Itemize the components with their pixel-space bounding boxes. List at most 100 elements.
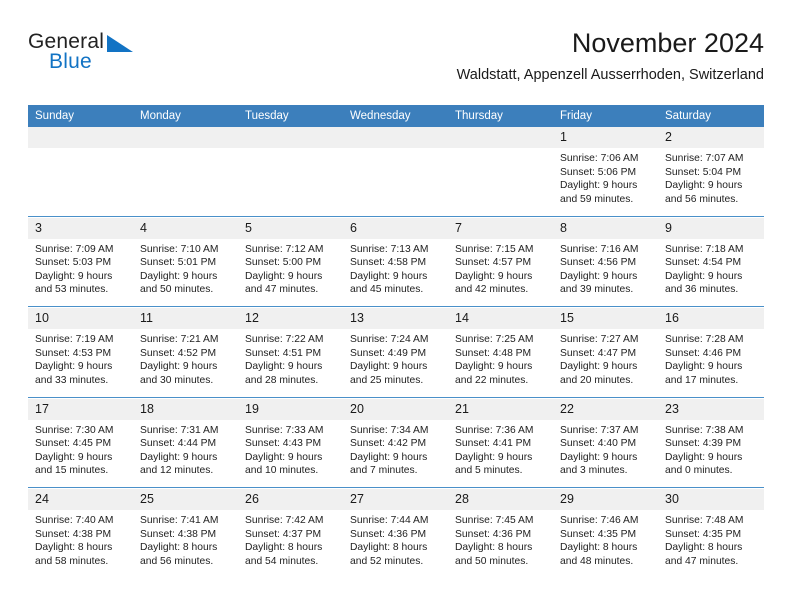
- day-cell[interactable]: Sunrise: 7:06 AM Sunset: 5:06 PM Dayligh…: [553, 148, 658, 216]
- day-cell[interactable]: Sunrise: 7:48 AM Sunset: 4:35 PM Dayligh…: [658, 510, 764, 578]
- day-cell[interactable]: Sunrise: 7:19 AM Sunset: 4:53 PM Dayligh…: [28, 329, 133, 397]
- day-number[interactable]: 2: [658, 127, 764, 148]
- daylight-text-line2: and 22 minutes.: [455, 374, 529, 386]
- day-cell[interactable]: Sunrise: 7:34 AM Sunset: 4:42 PM Dayligh…: [343, 419, 448, 488]
- day-cell[interactable]: Sunrise: 7:38 AM Sunset: 4:39 PM Dayligh…: [658, 419, 764, 488]
- day-cell[interactable]: Sunrise: 7:45 AM Sunset: 4:36 PM Dayligh…: [448, 510, 553, 578]
- daylight-text-line1: Daylight: 8 hours: [455, 542, 533, 554]
- sunrise-text: Sunrise: 7:34 AM: [350, 424, 429, 436]
- day-number[interactable]: 29: [553, 489, 658, 510]
- sunset-text: Sunset: 4:38 PM: [140, 528, 217, 540]
- daylight-text-line2: and 28 minutes.: [245, 374, 319, 386]
- day-number[interactable]: 12: [238, 308, 343, 329]
- daylight-text-line2: and 17 minutes.: [665, 374, 739, 386]
- day-number[interactable]: 19: [238, 398, 343, 420]
- day-cell[interactable]: Sunrise: 7:22 AM Sunset: 4:51 PM Dayligh…: [238, 329, 343, 397]
- day-cell[interactable]: Sunrise: 7:13 AM Sunset: 4:58 PM Dayligh…: [343, 238, 448, 307]
- day-cell[interactable]: Sunrise: 7:30 AM Sunset: 4:45 PM Dayligh…: [28, 419, 133, 488]
- daylight-text-line2: and 47 minutes.: [245, 284, 319, 296]
- day-number[interactable]: 1: [553, 127, 658, 148]
- daylight-text-line1: Daylight: 9 hours: [560, 180, 638, 192]
- day-number[interactable]: [28, 127, 133, 148]
- day-cell[interactable]: Sunrise: 7:42 AM Sunset: 4:37 PM Dayligh…: [238, 510, 343, 578]
- day-number[interactable]: 28: [448, 489, 553, 510]
- day-number[interactable]: 24: [28, 489, 133, 510]
- day-number[interactable]: 27: [343, 489, 448, 510]
- daylight-text-line2: and 25 minutes.: [350, 374, 424, 386]
- day-cell[interactable]: Sunrise: 7:16 AM Sunset: 4:56 PM Dayligh…: [553, 238, 658, 307]
- day-cell[interactable]: Sunrise: 7:44 AM Sunset: 4:36 PM Dayligh…: [343, 510, 448, 578]
- day-cell[interactable]: Sunrise: 7:18 AM Sunset: 4:54 PM Dayligh…: [658, 238, 764, 307]
- day-cell[interactable]: Sunrise: 7:10 AM Sunset: 5:01 PM Dayligh…: [133, 238, 238, 307]
- day-number[interactable]: 3: [28, 217, 133, 239]
- day-cell[interactable]: Sunrise: 7:28 AM Sunset: 4:46 PM Dayligh…: [658, 329, 764, 397]
- sunset-text: Sunset: 5:01 PM: [140, 257, 217, 269]
- sunrise-text: Sunrise: 7:16 AM: [560, 243, 639, 255]
- day-number[interactable]: 9: [658, 217, 764, 239]
- day-cell[interactable]: Sunrise: 7:09 AM Sunset: 5:03 PM Dayligh…: [28, 238, 133, 307]
- day-number[interactable]: 17: [28, 398, 133, 420]
- day-number[interactable]: 30: [658, 489, 764, 510]
- day-number[interactable]: 26: [238, 489, 343, 510]
- daylight-text-line1: Daylight: 9 hours: [245, 361, 323, 373]
- sunrise-text: Sunrise: 7:22 AM: [245, 334, 324, 345]
- day-number[interactable]: 10: [28, 308, 133, 329]
- day-number[interactable]: 23: [658, 398, 764, 420]
- day-cell[interactable]: [28, 148, 133, 216]
- day-number[interactable]: 7: [448, 217, 553, 239]
- sunset-text: Sunset: 4:39 PM: [665, 438, 742, 450]
- day-number[interactable]: 16: [658, 308, 764, 329]
- day-cell[interactable]: Sunrise: 7:37 AM Sunset: 4:40 PM Dayligh…: [553, 419, 658, 488]
- day-number[interactable]: 20: [343, 398, 448, 420]
- day-cell[interactable]: Sunrise: 7:21 AM Sunset: 4:52 PM Dayligh…: [133, 329, 238, 397]
- week-1-info-row: Sunrise: 7:06 AM Sunset: 5:06 PM Dayligh…: [28, 148, 764, 216]
- day-cell[interactable]: Sunrise: 7:41 AM Sunset: 4:38 PM Dayligh…: [133, 510, 238, 578]
- day-cell[interactable]: [133, 148, 238, 216]
- sunset-text: Sunset: 5:00 PM: [245, 257, 322, 269]
- day-number[interactable]: 11: [133, 308, 238, 329]
- day-number[interactable]: 14: [448, 308, 553, 329]
- day-number[interactable]: 6: [343, 217, 448, 239]
- day-cell[interactable]: Sunrise: 7:40 AM Sunset: 4:38 PM Dayligh…: [28, 510, 133, 578]
- day-cell[interactable]: [343, 148, 448, 216]
- day-cell[interactable]: Sunrise: 7:36 AM Sunset: 4:41 PM Dayligh…: [448, 419, 553, 488]
- day-number[interactable]: 22: [553, 398, 658, 420]
- daylight-text-line2: and 50 minutes.: [455, 555, 529, 567]
- day-number[interactable]: [133, 127, 238, 148]
- daylight-text-line1: Daylight: 9 hours: [560, 451, 638, 463]
- day-number[interactable]: [448, 127, 553, 148]
- day-number[interactable]: [343, 127, 448, 148]
- sunrise-text: Sunrise: 7:31 AM: [140, 424, 219, 436]
- sunrise-text: Sunrise: 7:42 AM: [245, 515, 324, 526]
- day-cell[interactable]: Sunrise: 7:31 AM Sunset: 4:44 PM Dayligh…: [133, 419, 238, 488]
- page-title: November 2024: [571, 28, 764, 58]
- day-number[interactable]: 5: [238, 217, 343, 239]
- daylight-text-line1: Daylight: 9 hours: [35, 361, 113, 373]
- day-number[interactable]: [238, 127, 343, 148]
- day-cell[interactable]: Sunrise: 7:12 AM Sunset: 5:00 PM Dayligh…: [238, 238, 343, 307]
- day-cell[interactable]: Sunrise: 7:27 AM Sunset: 4:47 PM Dayligh…: [553, 329, 658, 397]
- day-cell[interactable]: Sunrise: 7:33 AM Sunset: 4:43 PM Dayligh…: [238, 419, 343, 488]
- day-cell[interactable]: Sunrise: 7:15 AM Sunset: 4:57 PM Dayligh…: [448, 238, 553, 307]
- sunrise-text: Sunrise: 7:48 AM: [665, 515, 744, 526]
- day-cell[interactable]: [448, 148, 553, 216]
- daylight-text-line2: and 36 minutes.: [665, 284, 739, 296]
- day-number[interactable]: 8: [553, 217, 658, 239]
- daylight-text-line2: and 48 minutes.: [560, 555, 634, 567]
- sunrise-text: Sunrise: 7:25 AM: [455, 334, 534, 345]
- sunrise-text: Sunrise: 7:21 AM: [140, 334, 219, 345]
- day-cell[interactable]: Sunrise: 7:25 AM Sunset: 4:48 PM Dayligh…: [448, 329, 553, 397]
- daylight-text-line1: Daylight: 9 hours: [245, 270, 323, 282]
- day-cell[interactable]: Sunrise: 7:46 AM Sunset: 4:35 PM Dayligh…: [553, 510, 658, 578]
- day-cell[interactable]: Sunrise: 7:24 AM Sunset: 4:49 PM Dayligh…: [343, 329, 448, 397]
- daylight-text-line2: and 56 minutes.: [140, 555, 214, 567]
- day-number[interactable]: 21: [448, 398, 553, 420]
- day-number[interactable]: 4: [133, 217, 238, 239]
- day-number[interactable]: 13: [343, 308, 448, 329]
- day-number[interactable]: 18: [133, 398, 238, 420]
- day-cell[interactable]: [238, 148, 343, 216]
- day-cell[interactable]: Sunrise: 7:07 AM Sunset: 5:04 PM Dayligh…: [658, 148, 764, 216]
- day-number[interactable]: 25: [133, 489, 238, 510]
- day-number[interactable]: 15: [553, 308, 658, 329]
- general-blue-logo[interactable]: General Blue: [28, 30, 158, 78]
